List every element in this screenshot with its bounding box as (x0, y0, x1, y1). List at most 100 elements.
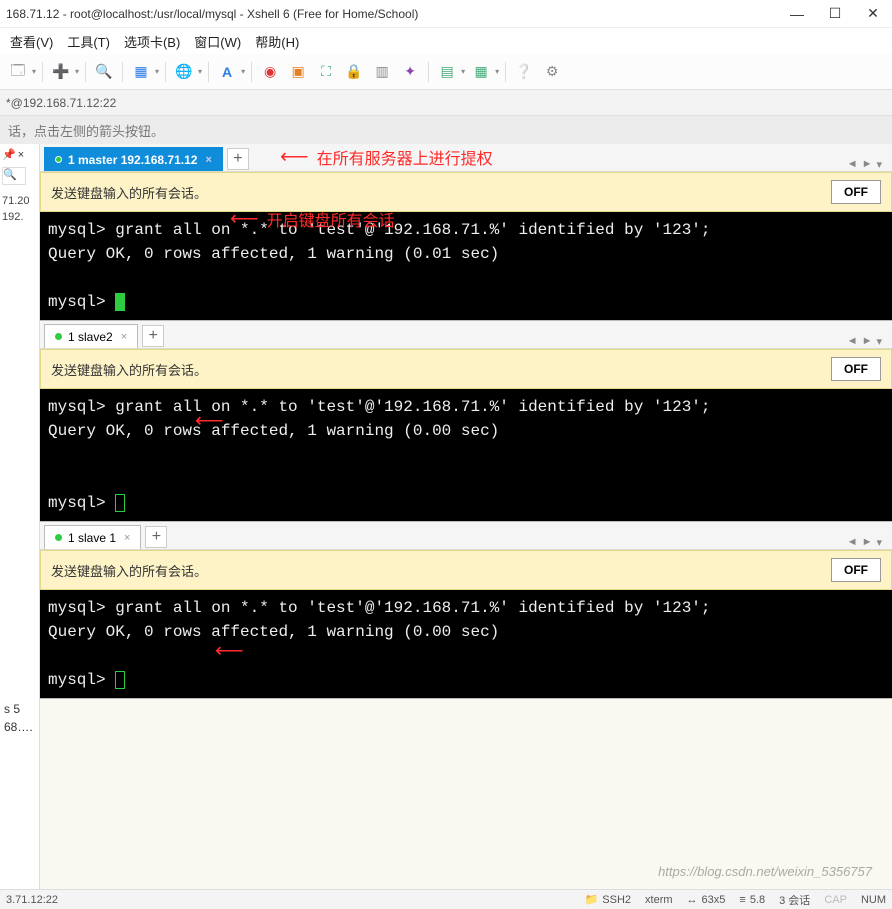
window-controls: — ☐ ✕ (790, 7, 880, 21)
status-dot-icon (55, 333, 62, 340)
toolbar: 🗔▾ ➕▾ 🔍 ▦▾ 🌐▾ A▾ ◉ ▣ ⛶ 🔒 ▥ ✦ ▤▾ ▦▾ ❔ ⚙ (0, 54, 892, 90)
broadcast-message: 发送键盘输入的所有会话。 (51, 360, 831, 379)
hint-text: 话，点击左侧的箭头按钮。 (8, 121, 164, 140)
broadcast-off-button[interactable]: OFF (831, 558, 881, 582)
add-tab-button[interactable]: + (142, 325, 164, 347)
maximize-button[interactable]: ☐ (828, 7, 842, 21)
status-dot-icon (55, 534, 62, 541)
status-host: 3.71.12:22 (6, 894, 58, 906)
statusbar: 3.71.12:22 📁SSH2 xterm ↔63x5 ≡5.8 3 会话 C… (0, 889, 892, 909)
broadcast-bar: 发送键盘输入的所有会话。OFF (40, 550, 892, 590)
tab-next-icon[interactable]: ► (862, 158, 873, 171)
hint-bar: 话，点击左侧的箭头按钮。 (0, 116, 892, 144)
terminal-column: 1 master 192.168.71.12×+◄►▾发送键盘输入的所有会话。O… (40, 144, 892, 889)
menu-view[interactable]: 查看(V) (10, 32, 53, 51)
tab-nav: ◄ ►▾ (847, 158, 888, 171)
tab-prev-icon[interactable]: ◄ (847, 158, 858, 171)
broadcast-message: 发送键盘输入的所有会话。 (51, 183, 831, 202)
sidebar-ip-2[interactable]: 192. (2, 211, 37, 223)
cursor-icon (115, 293, 125, 311)
chart-icon[interactable]: ▥ (370, 60, 394, 84)
broadcast-off-button[interactable]: OFF (831, 357, 881, 381)
globe-icon[interactable]: 🌐 (172, 60, 196, 84)
panel1-icon[interactable]: ▤ (435, 60, 459, 84)
tab-strip: 1 slave2 × + ◄ ►▾ (40, 321, 892, 349)
close-button[interactable]: ✕ (866, 7, 880, 21)
tab-nav: ◄ ►▾ (847, 335, 888, 348)
session-tab[interactable]: 1 slave2 × (44, 324, 138, 348)
tab-prev-icon[interactable]: ◄ (847, 335, 858, 348)
terminal-pane: 1 master 192.168.71.12×+◄►▾发送键盘输入的所有会话。O… (40, 144, 892, 321)
tab-next-icon[interactable]: ► (862, 536, 873, 549)
font-icon[interactable]: A (215, 60, 239, 84)
main-area: 📌 × 🔍 71.20 192. 1 master 192.168.71.12 ×… (0, 144, 892, 889)
tab-label: 1 slave2 (68, 330, 113, 344)
status-rt: ≡5.8 (739, 894, 765, 906)
side-item-1[interactable]: s 5 (0, 700, 40, 718)
new-session-icon[interactable]: 🗔 (6, 60, 30, 84)
menu-window[interactable]: 窗口(W) (194, 32, 241, 51)
panel2-icon[interactable]: ▦ (469, 60, 493, 84)
orange-icon[interactable]: ▣ (286, 60, 310, 84)
minimize-button[interactable]: — (790, 7, 804, 21)
terminal-pane: 1 slave2×+◄►▾发送键盘输入的所有会话。OFFmysql> grant… (40, 321, 892, 522)
menubar: 查看(V) 工具(T) 选项卡(B) 窗口(W) 帮助(H) (0, 28, 892, 54)
titlebar: 168.71.12 - root@localhost:/usr/local/my… (0, 0, 892, 28)
terminal-pane: 1 slave 1 × + ◄ ►▾发送键盘输入的所有会话。OFFmysql> gran… (40, 522, 892, 699)
broadcast-bar: 发送键盘输入的所有会话。OFF (40, 172, 892, 212)
sidebar-lower-list: s 5 68…. (0, 700, 40, 736)
terminal[interactable]: mysql> grant all on *.* to 'test'@'192.1… (40, 212, 892, 320)
fullscreen-icon[interactable]: ⛶ (314, 60, 338, 84)
add-tab-button[interactable]: + (227, 148, 249, 170)
tab-strip: 1 master 192.168.71.12 × + ◄ ►▾ (40, 144, 892, 172)
side-item-2[interactable]: 68…. (0, 718, 40, 736)
window-title: 168.71.12 - root@localhost:/usr/local/my… (6, 7, 790, 21)
status-sessions: 3 会话 (779, 892, 810, 908)
tab-close-icon[interactable]: × (121, 331, 127, 343)
tab-menu-icon[interactable]: ▾ (876, 158, 882, 171)
close-panel-icon[interactable]: × (18, 149, 24, 161)
status-dot-icon (55, 156, 62, 163)
sidebar-search-icon[interactable]: 🔍 (2, 167, 26, 185)
tab-menu-icon[interactable]: ▾ (876, 335, 882, 348)
session-tab[interactable]: 1 master 192.168.71.12 × (44, 147, 223, 171)
address-text: *@192.168.71.12:22 (6, 96, 116, 110)
sidebar-ip-1[interactable]: 71.20 (2, 195, 37, 207)
terminal[interactable]: mysql> grant all on *.* to 'test'@'192.1… (40, 389, 892, 521)
address-bar[interactable]: *@192.168.71.12:22 (0, 90, 892, 116)
tab-close-icon[interactable]: × (124, 532, 130, 544)
status-term: xterm (645, 894, 673, 906)
session-tab[interactable]: 1 slave 1 × (44, 525, 141, 549)
terminal[interactable]: mysql> grant all on *.* to 'test'@'192.1… (40, 590, 892, 698)
cursor-icon (115, 494, 125, 512)
status-num: NUM (861, 894, 886, 906)
add-tab-button[interactable]: + (145, 526, 167, 548)
status-cap: CAP (824, 894, 847, 906)
menu-tools[interactable]: 工具(T) (67, 32, 110, 51)
pin-icon[interactable]: 📌 (2, 148, 16, 161)
status-size: ↔63x5 (687, 894, 726, 906)
left-sidebar: 📌 × 🔍 71.20 192. (0, 144, 40, 889)
lock-icon[interactable]: 🔒 (342, 60, 366, 84)
status-ssh: 📁SSH2 (585, 893, 631, 906)
copy-icon[interactable]: ▦ (129, 60, 153, 84)
menu-tabs[interactable]: 选项卡(B) (124, 32, 180, 51)
tab-close-icon[interactable]: × (205, 154, 211, 166)
tab-menu-icon[interactable]: ▾ (876, 536, 882, 549)
tab-nav: ◄ ►▾ (847, 536, 888, 549)
help-icon[interactable]: ❔ (512, 60, 536, 84)
star-icon[interactable]: ✦ (398, 60, 422, 84)
broadcast-off-button[interactable]: OFF (831, 180, 881, 204)
settings-icon[interactable]: ⚙ (540, 60, 564, 84)
tab-label: 1 slave 1 (68, 531, 116, 545)
tab-strip: 1 slave 1 × + ◄ ►▾ (40, 522, 892, 550)
broadcast-bar: 发送键盘输入的所有会话。OFF (40, 349, 892, 389)
cursor-icon (115, 671, 125, 689)
tab-label: 1 master 192.168.71.12 (68, 153, 197, 167)
open-icon[interactable]: ➕ (49, 60, 73, 84)
tab-next-icon[interactable]: ► (862, 335, 873, 348)
tab-prev-icon[interactable]: ◄ (847, 536, 858, 549)
search-icon[interactable]: 🔍 (92, 60, 116, 84)
swirl-icon[interactable]: ◉ (258, 60, 282, 84)
menu-help[interactable]: 帮助(H) (255, 32, 299, 51)
